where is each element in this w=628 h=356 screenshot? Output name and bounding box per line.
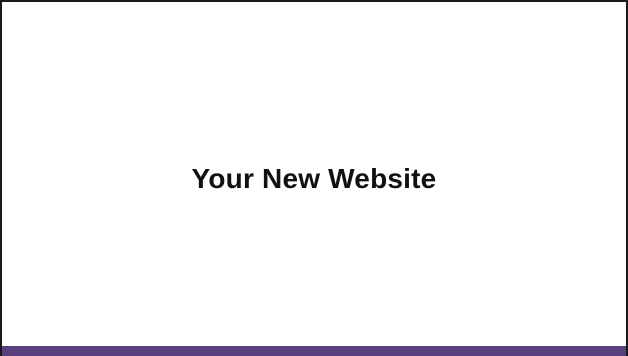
page-frame: Your New Website — [0, 0, 628, 356]
page-title: Your New Website — [191, 163, 437, 194]
footer-accent-bar — [2, 346, 626, 356]
main-content: Your New Website — [4, 4, 624, 346]
